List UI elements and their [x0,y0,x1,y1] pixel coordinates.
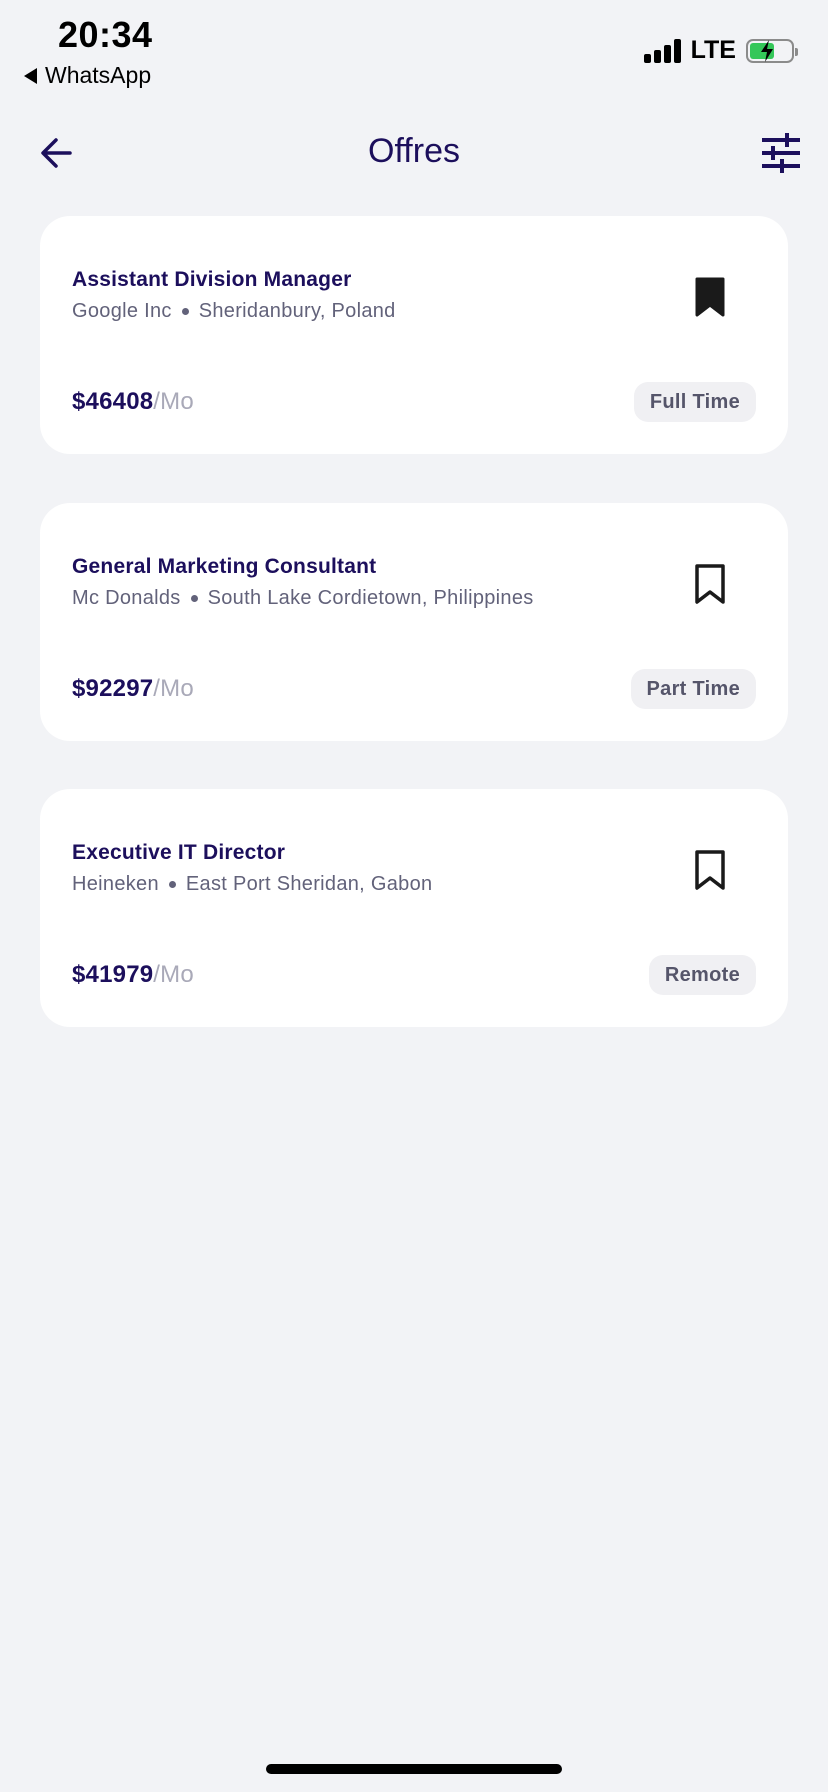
offer-salary: $41979/Mo [72,961,194,989]
page-header: Offres [0,118,828,188]
bookmark-outline-icon [695,564,725,604]
offer-location: Sheridanbury, Poland [198,300,396,322]
separator-dot [168,881,176,888]
bookmark-button[interactable] [694,276,726,318]
salary-period: /Mo [153,961,194,988]
offer-company-location: Mc Donalds South Lake Cordietown, Philip… [72,587,534,610]
offer-company: Heineken [72,873,159,895]
offer-salary: $92297/Mo [72,675,194,703]
battery-icon [746,38,798,63]
salary-amount: $92297 [72,675,154,702]
separator-dot [181,308,189,315]
job-type-badge: Full Time [633,382,756,422]
offer-title: General Marketing Consultant [72,555,377,578]
separator-dot [190,595,198,602]
offer-location: South Lake Cordietown, Philippines [207,587,534,609]
page-title: Offres [368,132,460,170]
sliders-icon [762,133,800,173]
offer-card[interactable]: Assistant Division Manager Google Inc Sh… [40,216,788,454]
salary-period: /Mo [153,388,194,415]
salary-amount: $46408 [72,388,154,415]
offer-company-location: Google Inc Sheridanbury, Poland [72,300,396,323]
back-triangle-icon [24,67,37,84]
offer-company-location: Heineken East Port Sheridan, Gabon [72,873,432,896]
offer-title: Assistant Division Manager [72,268,352,291]
back-to-app-link[interactable]: WhatsApp [24,62,151,89]
status-indicators: LTE [643,36,798,65]
offer-location: East Port Sheridan, Gabon [185,873,433,895]
job-type-badge: Part Time [630,669,756,709]
offer-company: Mc Donalds [72,587,181,609]
salary-amount: $41979 [72,961,154,988]
cellular-signal-icon [643,38,681,63]
bookmark-outline-icon [695,850,725,890]
network-type: LTE [690,36,736,64]
offer-salary: $46408/Mo [72,388,194,416]
salary-period: /Mo [153,675,194,702]
offer-card[interactable]: Executive IT Director Heineken East Port… [40,789,788,1027]
status-time: 20:34 [58,14,153,55]
home-indicator[interactable] [266,1764,562,1774]
filter-button[interactable] [760,132,802,174]
bookmark-button[interactable] [694,849,726,891]
offer-title: Executive IT Director [72,841,286,864]
offer-card[interactable]: General Marketing Consultant Mc Donalds … [40,503,788,741]
job-type-badge: Remote [648,955,756,995]
bookmark-button[interactable] [694,563,726,605]
offer-company: Google Inc [72,300,172,322]
bookmark-filled-icon [695,277,725,317]
back-app-label: WhatsApp [45,62,152,88]
charging-bolt-icon [761,39,773,62]
